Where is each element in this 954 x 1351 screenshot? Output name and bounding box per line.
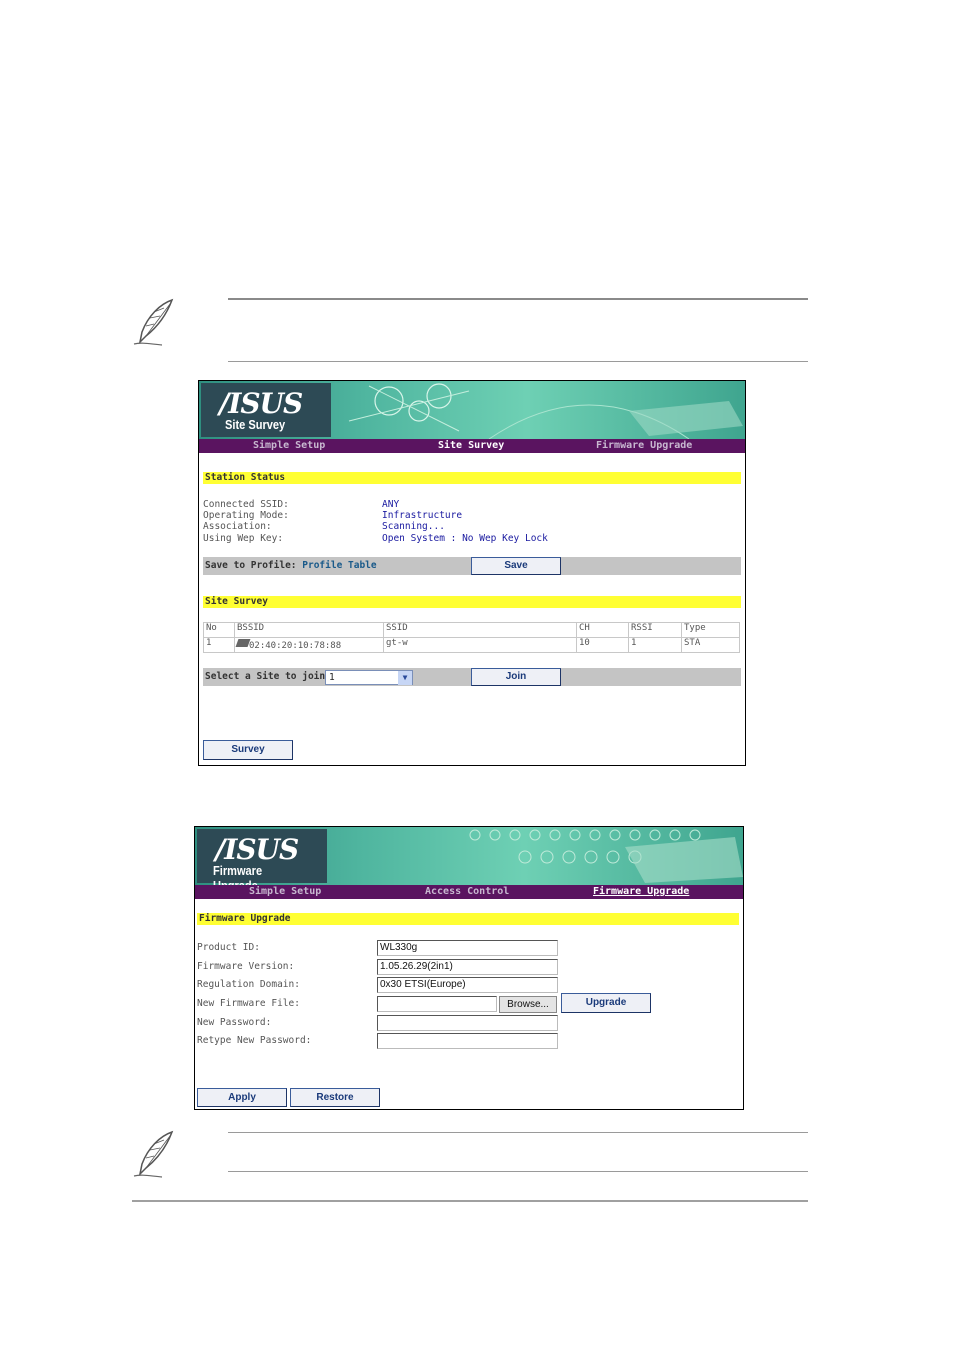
status-label: Operating Mode: [203, 510, 289, 521]
status-value: Infrastructure [382, 510, 463, 521]
station-status-header: Station Status [203, 472, 741, 484]
profile-table-link[interactable]: Profile Table [302, 560, 376, 571]
cell-bssid: 02:40:20:10:78:88 [234, 637, 384, 653]
note-top-rule [228, 298, 808, 300]
field-label: New Password: [197, 1017, 272, 1028]
page-footer-rule [132, 1200, 808, 1202]
field-label: Firmware Version: [197, 961, 295, 972]
field-label: Regulation Domain: [197, 979, 300, 990]
site-select[interactable]: 1 ▼ [325, 670, 413, 685]
upgrade-button[interactable]: Upgrade [561, 993, 651, 1013]
tab-firmware-upgrade[interactable]: Firmware Upgrade [593, 885, 689, 899]
asus-logo-box: /ISUS Site Survey [201, 383, 331, 437]
site-survey-screenshot: /ISUS Site Survey Simple Setup Site Surv… [198, 380, 746, 766]
col-header-ssid: SSID [383, 622, 577, 638]
survey-button[interactable]: Survey [203, 740, 293, 760]
status-value: Scanning... [382, 521, 445, 532]
banner: /ISUS Firmware Upgrade [195, 827, 743, 893]
tab-site-survey[interactable]: Site Survey [438, 439, 504, 453]
retype-password-input[interactable] [377, 1033, 558, 1049]
site-select-value: 1 [329, 672, 335, 683]
tab-simple-setup[interactable]: Simple Setup [249, 885, 321, 899]
firmware-upgrade-screenshot: /ISUS Firmware Upgrade Simple Setup Acce… [194, 826, 744, 1110]
col-header-type: Type [681, 622, 740, 638]
cell-type: STA [681, 637, 740, 653]
col-header-bssid: BSSID [234, 622, 384, 638]
regulation-domain-field: 0x30 ETSI(Europe) [377, 977, 558, 993]
page-title: Site Survey [225, 417, 286, 432]
feather-note-icon [133, 298, 174, 346]
site-survey-header: Site Survey [203, 596, 741, 608]
product-id-field: WL330g [377, 940, 558, 956]
nav-bar: Simple Setup Site Survey Firmware Upgrad… [199, 439, 745, 453]
site-survey-table: No BSSID SSID CH RSSI Type 1 02:40:20:10… [203, 622, 740, 653]
firmware-upgrade-header: Firmware Upgrade [197, 913, 739, 925]
cell-ssid: gt-w [383, 637, 577, 653]
banner-graphic [469, 829, 743, 883]
asus-logo-box: /ISUS Firmware Upgrade [197, 829, 327, 893]
field-label: Product ID: [197, 942, 260, 953]
table-row[interactable]: 1 02:40:20:10:78:88 gt-w 10 1 STA [203, 637, 740, 653]
join-button[interactable]: Join [471, 668, 561, 686]
new-password-input[interactable] [377, 1015, 558, 1031]
cell-ch: 10 [576, 637, 629, 653]
note-bottom-rule [228, 361, 808, 362]
nav-bar: Simple Setup Access Control Firmware Upg… [195, 885, 743, 899]
field-label: New Firmware File: [197, 998, 300, 1009]
save-to-profile-label: Save to Profile: [205, 560, 297, 571]
status-label: Using Wep Key: [203, 533, 284, 544]
status-value: Open System : No Wep Key Lock [382, 533, 548, 544]
note-top-rule [228, 1132, 808, 1133]
browse-button[interactable]: Browse... [499, 996, 557, 1013]
cell-no: 1 [203, 637, 235, 653]
col-header-no: No [203, 622, 235, 638]
cell-bssid-text: 02:40:20:10:78:88 [249, 641, 342, 651]
status-label: Connected SSID: [203, 499, 289, 510]
cell-rssi: 1 [628, 637, 682, 653]
feather-note-icon [133, 1130, 174, 1178]
tab-simple-setup[interactable]: Simple Setup [253, 439, 325, 453]
new-firmware-file-input[interactable] [377, 996, 497, 1012]
select-site-label: Select a Site to join: [205, 671, 331, 682]
save-button[interactable]: Save [471, 557, 561, 575]
note-bottom-rule [228, 1171, 808, 1172]
banner: /ISUS Site Survey [199, 381, 745, 439]
banner-graphic [348, 383, 743, 439]
col-header-rssi: RSSI [628, 622, 682, 638]
asus-logo: /ISUS [219, 387, 303, 420]
apply-button[interactable]: Apply [197, 1088, 287, 1107]
table-header-row: No BSSID SSID CH RSSI Type [203, 622, 740, 638]
field-label: Retype New Password: [197, 1035, 312, 1046]
firmware-version-field: 1.05.26.29(2in1) [377, 959, 558, 975]
tab-access-control[interactable]: Access Control [425, 885, 509, 899]
chevron-down-icon[interactable]: ▼ [398, 671, 412, 685]
tab-firmware-upgrade[interactable]: Firmware Upgrade [596, 439, 692, 453]
restore-button[interactable]: Restore [290, 1088, 380, 1107]
status-label: Association: [203, 521, 272, 532]
status-value: ANY [382, 499, 400, 510]
col-header-ch: CH [576, 622, 629, 638]
asus-logo: /ISUS [215, 833, 299, 866]
